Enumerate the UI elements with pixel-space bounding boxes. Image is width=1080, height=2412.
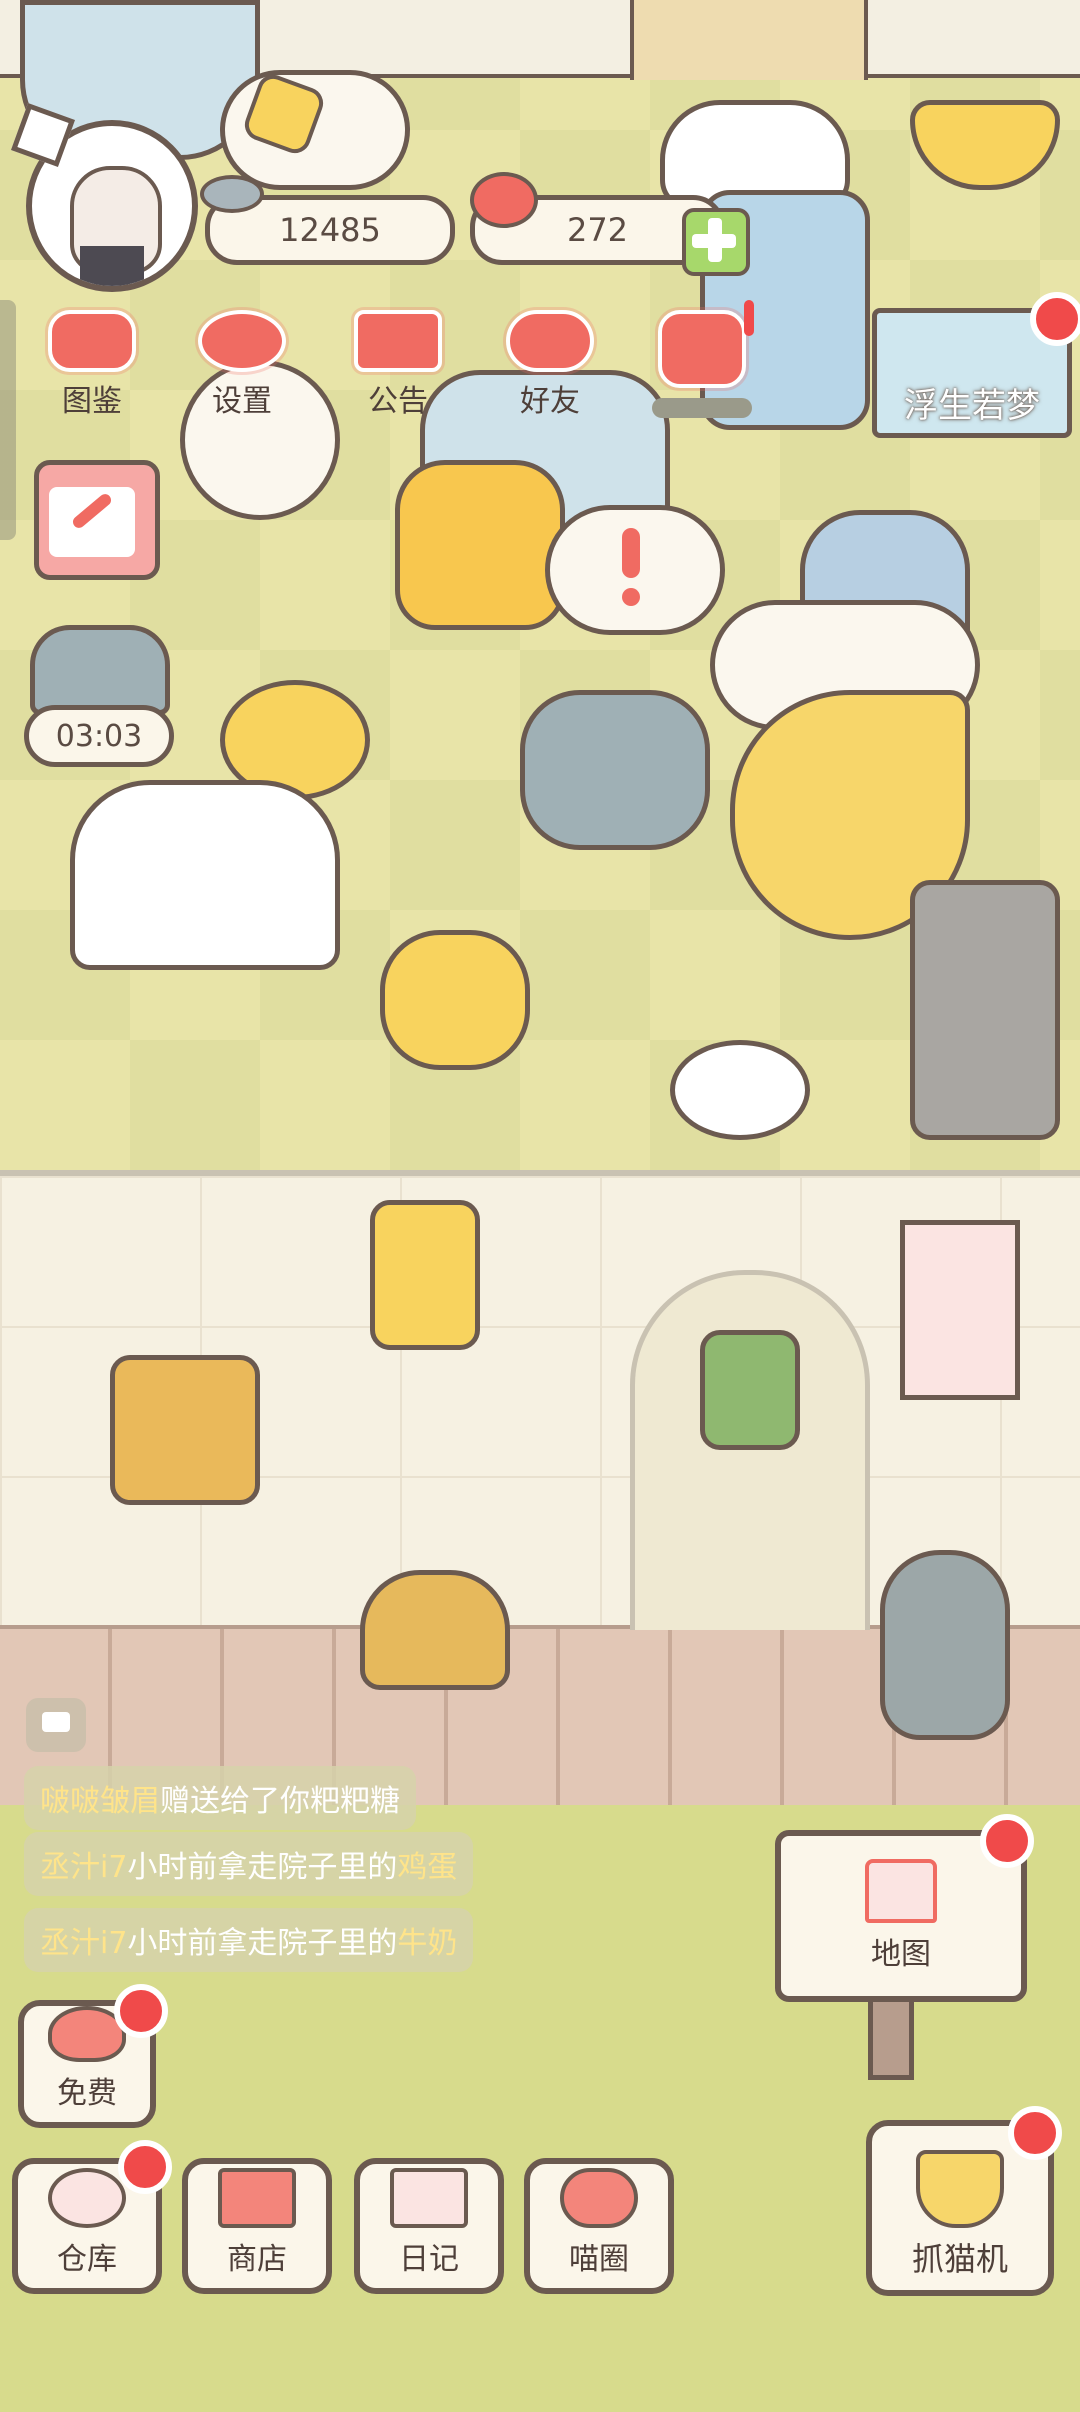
fish-count: 12485 — [279, 211, 381, 249]
arch-door[interactable] — [630, 1270, 870, 1630]
claw-icon — [916, 2150, 1004, 2228]
omamori-charm-decor[interactable] — [700, 1330, 800, 1450]
claw-machine-label: 抓猫机 — [911, 2240, 1008, 2278]
side-drawer-handle[interactable] — [0, 300, 16, 540]
daily-task-button[interactable] — [34, 460, 160, 580]
menu-friends[interactable]: 好友 — [490, 310, 610, 420]
gift-icon — [354, 310, 442, 372]
exclaim-badge-icon — [744, 300, 754, 336]
diary-button[interactable]: 日记 — [354, 2158, 504, 2294]
lantern-decor[interactable] — [370, 1200, 480, 1350]
menu-likes-bar — [652, 398, 752, 418]
message-text: 小时前拿走院子里的 — [127, 1926, 398, 1961]
menu-collection[interactable]: 图鉴 — [32, 310, 152, 420]
message-item: 丞汁i7 小时前拿走院子里的 牛奶 — [24, 1908, 474, 1972]
menu-friends-label: 好友 — [520, 384, 580, 419]
diary-label: 日记 — [399, 2242, 459, 2277]
mouse-visitor[interactable] — [30, 625, 170, 715]
message-sender: 丞汁i7 — [40, 1926, 128, 1961]
diary-icon — [390, 2168, 468, 2228]
message-text: 赠送给了你粑粑糖 — [160, 1784, 400, 1819]
menu-settings[interactable]: 设置 — [182, 310, 302, 420]
heart-exclaim-icon — [658, 310, 746, 388]
alert-bubble[interactable] — [545, 505, 725, 635]
cat-face-icon — [48, 310, 136, 372]
warehouse-badge — [118, 2140, 172, 2194]
shop-button[interactable]: 商店 — [182, 2158, 332, 2294]
house-icon — [865, 1859, 937, 1923]
message-sender: 啵啵皱眉 — [40, 1784, 160, 1819]
gray-mouse[interactable] — [520, 690, 710, 850]
message-item: 丞汁i7 小时前拿走院子里的 鸡蛋 — [24, 1832, 474, 1896]
hand-fan-decor[interactable] — [670, 1040, 810, 1140]
menu-settings-label: 设置 — [212, 384, 272, 419]
message-sender: 丞汁i7 — [40, 1850, 128, 1885]
menu-announcements[interactable]: 公告 — [338, 310, 458, 420]
message-item: 啵啵皱眉 赠送给了你粑粑糖 — [24, 1766, 416, 1830]
menu-collection-label: 图鉴 — [62, 384, 122, 419]
cat-circle-button[interactable]: 喵圈 — [524, 2158, 674, 2294]
planet-cat-icon — [560, 2168, 638, 2228]
rubber-duck-decor[interactable] — [380, 930, 530, 1070]
menu-announcements-label: 公告 — [368, 384, 428, 419]
free-badge — [114, 1984, 168, 2038]
gear-icon — [198, 310, 286, 372]
fruit-bowl-decor[interactable] — [360, 1570, 510, 1690]
map-badge — [980, 1814, 1034, 1868]
visitor-timer: 03:03 — [24, 705, 174, 767]
stove-kettle-decor[interactable] — [910, 880, 1060, 1140]
rocking-horse-decor[interactable] — [70, 780, 340, 970]
chat-toggle-button[interactable] — [26, 1698, 86, 1752]
heart-icon — [470, 172, 538, 228]
free-label: 免费 — [57, 2076, 117, 2111]
message-text: 小时前拿走院子里的 — [127, 1850, 398, 1885]
message-item-name: 牛奶 — [397, 1926, 458, 1961]
shop-icon — [218, 2168, 296, 2228]
wall-phone-decor[interactable] — [110, 1355, 260, 1505]
event-badge — [1030, 292, 1080, 346]
storage-icon — [48, 2168, 126, 2228]
claw-machine-badge — [1008, 2106, 1062, 2160]
doorway — [630, 0, 868, 80]
fish-icon — [200, 175, 264, 213]
tulip-pot-decor[interactable] — [880, 1550, 1010, 1740]
cat-paw-banner-decor[interactable] — [900, 1220, 1020, 1400]
event-banner-label: 浮生若梦 — [904, 386, 1040, 426]
message-item-name: 鸡蛋 — [397, 1850, 458, 1885]
add-hearts-button[interactable] — [682, 208, 750, 276]
yellow-cat[interactable] — [395, 460, 565, 630]
shop-label: 商店 — [227, 2242, 287, 2277]
map-label: 地图 — [871, 1937, 931, 1972]
warehouse-label: 仓库 — [57, 2242, 117, 2277]
cat-circle-label: 喵圈 — [569, 2242, 629, 2277]
heart-count: 272 — [566, 211, 629, 249]
timer-value: 03:03 — [55, 718, 143, 754]
friends-icon — [506, 310, 594, 372]
